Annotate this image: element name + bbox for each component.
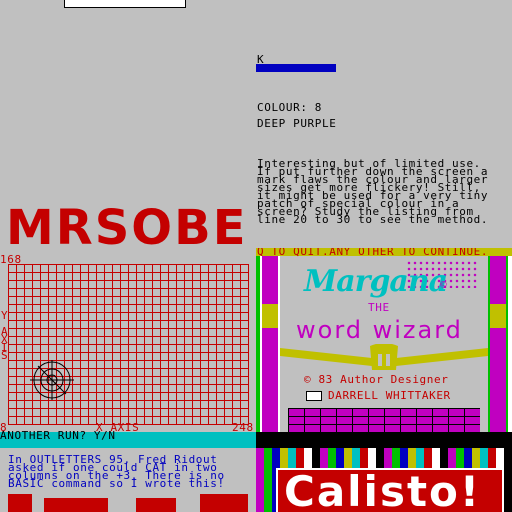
- top-left-screen: [0, 0, 256, 208]
- top-window-frame: [64, 0, 186, 8]
- description-paragraph: Interesting but of limited use. If put f…: [257, 157, 489, 226]
- colour-bar: [256, 64, 336, 72]
- copyright-mark: ©: [440, 278, 447, 291]
- cassette-icon: [306, 391, 322, 401]
- plot-grid: [8, 264, 249, 425]
- black-band: [256, 432, 512, 448]
- copyright-line: © 83 Author Designer: [304, 373, 449, 386]
- right-pillar-inner: [490, 256, 506, 432]
- k-label: K: [257, 53, 265, 66]
- colour-name: DEEP PURPLE: [257, 117, 337, 130]
- crosshair-cursor-icon: [30, 360, 74, 400]
- margana-screen: Q TO QUIT.ANY OTHER TO CONTINUE. Margana…: [256, 248, 512, 512]
- graph-title: MRSOBE: [6, 200, 248, 256]
- y-top-value: 168: [0, 253, 22, 266]
- the-label: THE: [368, 301, 390, 314]
- calisto-title: Calisto!: [284, 467, 482, 512]
- x-end-value: 248: [232, 421, 254, 434]
- left-pillar-inner: [262, 256, 278, 432]
- wizard-hat-icon: [280, 344, 488, 370]
- outletters-text: In OUTLETTERS 95, Fred Ridout asked if o…: [8, 453, 225, 490]
- red-graphic-strip: [0, 492, 256, 512]
- brick-wall: [288, 408, 480, 432]
- continue-prompt[interactable]: Q TO QUIT.ANY OTHER TO CONTINUE.: [257, 248, 488, 257]
- word-wizard-title: word wizard: [296, 316, 463, 344]
- colour-line: COLOUR: 8: [257, 101, 323, 114]
- author-name: DARRELL WHITTAKER: [328, 389, 451, 402]
- margana-logo: Margana: [304, 264, 448, 299]
- another-run-prompt[interactable]: ANOTHER RUN? Y/N: [0, 430, 116, 441]
